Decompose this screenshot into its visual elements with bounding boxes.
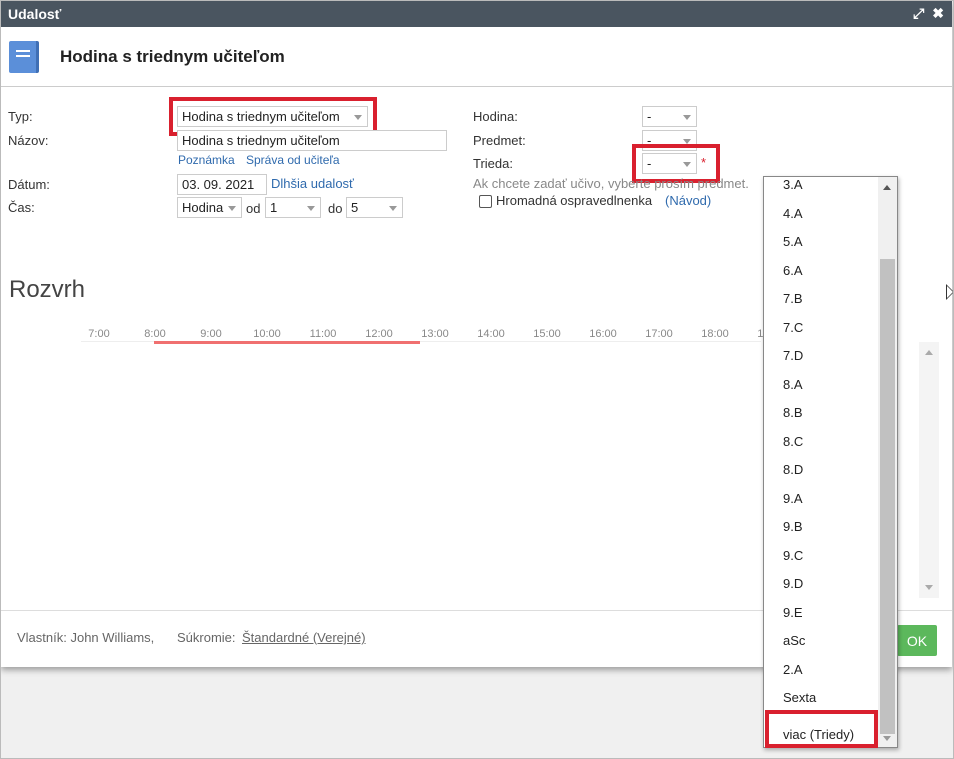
- dropdown-option[interactable]: 6.A: [764, 257, 879, 286]
- dropdown-option[interactable]: 8.B: [764, 399, 879, 428]
- timeline-hour-label: 17:00: [645, 328, 673, 340]
- dropdown-option[interactable]: 2.A: [764, 656, 879, 685]
- dropdown-option[interactable]: 9.B: [764, 513, 879, 542]
- dropdown-option[interactable]: 7.B: [764, 285, 879, 314]
- to-select[interactable]: 5: [346, 197, 403, 218]
- dropdown-option[interactable]: 7.D: [764, 342, 879, 371]
- dialog-title: Udalosť: [8, 6, 62, 22]
- dropdown-option[interactable]: Sexta: [764, 684, 879, 713]
- dialog-titlebar: Udalosť ⤢ ✖: [1, 1, 952, 27]
- dialog-header: Hodina s triednym učiteľom: [1, 27, 952, 87]
- from-select[interactable]: 1: [265, 197, 321, 218]
- dropdown-scrollbar[interactable]: [878, 177, 897, 747]
- date-label: Dátum:: [8, 177, 50, 192]
- class-dropdown-list: 3.A 4.A 5.A 6.A 7.B 7.C 7.D 8.A 8.B 8.C 8.D 9.A 9.B 9…: [763, 176, 898, 748]
- type-label: Typ:: [8, 109, 33, 124]
- chevron-down-icon: [683, 115, 691, 120]
- dropdown-option[interactable]: 9.E: [764, 599, 879, 628]
- bulk-excuse-checkbox[interactable]: [479, 195, 492, 208]
- dropdown-option[interactable]: 5.A: [764, 228, 879, 257]
- dropdown-option[interactable]: 9.A: [764, 485, 879, 514]
- page-title: Hodina s triednym učiteľom: [60, 46, 285, 66]
- time-unit-select[interactable]: Hodina: [177, 197, 242, 218]
- timeline-hour-label: 14:00: [477, 328, 505, 340]
- subject-label: Predmet:: [473, 133, 526, 148]
- guide-link[interactable]: (Návod): [665, 193, 711, 208]
- to-value: 5: [351, 200, 359, 215]
- dropdown-option[interactable]: 8.A: [764, 371, 879, 400]
- chevron-down-icon: [307, 206, 315, 211]
- timeline-hour-label: 8:00: [144, 328, 166, 340]
- dropdown-option[interactable]: 3.A: [764, 177, 879, 200]
- teacher-message-link[interactable]: Správa od učiteľa: [246, 153, 340, 167]
- privacy-link[interactable]: Štandardné (Verejné): [242, 630, 366, 645]
- lesson-value: -: [647, 109, 652, 124]
- date-input[interactable]: 03. 09. 2021: [177, 174, 267, 195]
- schedule-timeline: 7:00 8:00 9:00 10:00 11:00 12:00 13:00 14:00 15:…: [1, 328, 784, 342]
- timeline-hour-label: 15:00: [533, 328, 561, 340]
- scroll-up-icon[interactable]: [883, 185, 891, 190]
- dropdown-option[interactable]: 4.A: [764, 200, 879, 229]
- bulk-excuse-label: Hromadná ospravedlnenka: [496, 193, 653, 208]
- timeline-hour-label: 7:00: [88, 328, 110, 340]
- note-link[interactable]: Poznámka: [178, 153, 235, 167]
- lesson-label: Hodina:: [473, 109, 518, 124]
- privacy-label: Súkromie:: [177, 630, 236, 645]
- timeline-hour-label: 9:00: [200, 328, 222, 340]
- scroll-down-icon[interactable]: [883, 736, 891, 741]
- to-label: do: [328, 201, 343, 216]
- subject-hint: Ak chcete zadať učivo, vyberte prosím pr…: [473, 176, 749, 191]
- dropdown-option[interactable]: 9.C: [764, 542, 879, 571]
- highlight-box-more-classes: [765, 710, 878, 748]
- timeline-hour-label: 18:00: [701, 328, 729, 340]
- longer-event-link[interactable]: Dlhšia udalosť: [271, 176, 354, 191]
- schedule-scrollbar[interactable]: [919, 342, 939, 598]
- event-time-bar: [154, 341, 420, 344]
- scrollbar-thumb[interactable]: [880, 259, 895, 734]
- lesson-select[interactable]: -: [642, 106, 697, 127]
- timeline-hour-label: 10:00: [253, 328, 281, 340]
- scroll-up-icon[interactable]: [925, 350, 933, 355]
- from-value: 1: [270, 200, 278, 215]
- chevron-down-icon: [389, 206, 397, 211]
- dropdown-option[interactable]: 9.D: [764, 570, 879, 599]
- timeline-hour-label: 13:00: [421, 328, 449, 340]
- timeline-hour-label: 11:00: [309, 328, 337, 340]
- dropdown-option[interactable]: 8.D: [764, 456, 879, 485]
- timeline-hour-label: 16:00: [589, 328, 617, 340]
- owner-text: Vlastník: John Williams,: [17, 630, 155, 645]
- time-unit-value: Hodina: [182, 200, 224, 215]
- timeline-hour-label: 12:00: [365, 328, 393, 340]
- scroll-down-icon[interactable]: [925, 585, 933, 590]
- name-input[interactable]: Hodina s triednym učiteľom: [177, 130, 447, 151]
- close-icon[interactable]: ✖: [932, 5, 944, 22]
- chevron-down-icon: [228, 206, 236, 211]
- dropdown-option[interactable]: aSc: [764, 627, 879, 656]
- dropdown-option[interactable]: 8.C: [764, 428, 879, 457]
- class-label: Trieda:: [473, 156, 513, 171]
- expand-icon[interactable]: ⤢: [913, 5, 924, 22]
- dropdown-option[interactable]: 7.C: [764, 314, 879, 343]
- book-icon: [9, 40, 39, 73]
- time-label: Čas:: [8, 200, 35, 215]
- from-label: od: [246, 201, 261, 216]
- ok-button[interactable]: OK: [897, 625, 937, 656]
- name-label: Názov:: [8, 133, 49, 148]
- mouse-cursor-icon: [946, 284, 954, 300]
- schedule-title: Rozvrh: [9, 276, 86, 303]
